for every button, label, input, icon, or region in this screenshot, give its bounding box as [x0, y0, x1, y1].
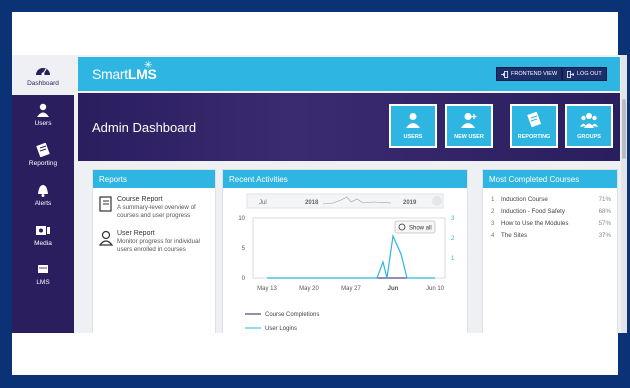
enter-icon [501, 70, 508, 78]
sidebar-item-label: Media [34, 240, 52, 247]
x-tick-label: May 13 [257, 286, 277, 292]
logo-text: Smart [92, 66, 128, 82]
reporting-icon [527, 112, 542, 128]
navigator-label: 2018 [305, 200, 319, 206]
y2-tick-label: 2 [451, 236, 455, 242]
tile-label: NEW USER [454, 134, 484, 140]
course-row[interactable]: 3 How to Use the Modules 57% [483, 217, 617, 229]
page-title: Admin Dashboard [92, 120, 197, 135]
sidebar-item-label: LMS [36, 278, 50, 286]
course-name: How to Use the Modules [501, 220, 569, 227]
tile-label: USERS [403, 134, 423, 140]
course-name: The Sites [501, 232, 528, 239]
app-window: Dashboard Users Reporting Alerts Media L… [12, 55, 627, 333]
sidebar-item-reporting[interactable]: Reporting [12, 135, 74, 175]
sidebar: Dashboard Users Reporting Alerts Media L… [12, 55, 74, 333]
course-percent: 71% [598, 196, 611, 203]
page-scrollbar[interactable] [621, 55, 627, 333]
y2-tick-label: 1 [451, 256, 455, 262]
top-margin [12, 12, 618, 55]
most-completed-title: Most Completed Courses [483, 170, 617, 188]
groups-icon [580, 113, 598, 128]
lms-icon [38, 264, 48, 273]
course-rank: 4 [491, 232, 495, 239]
add-user-icon [461, 113, 477, 128]
report-item-user[interactable]: User Report Monitor progress for individ… [93, 220, 215, 254]
sidebar-item-label: Dashboard [27, 80, 59, 87]
y-tick-label: 10 [238, 216, 245, 222]
scrollbar-thumb[interactable] [622, 99, 626, 159]
sidebar-item-users[interactable]: Users [12, 95, 74, 135]
show-all-label: Show all [409, 226, 432, 232]
report-item-course[interactable]: Course Report A summary-level overview o… [93, 188, 215, 220]
navigator-label: 2019 [403, 200, 417, 206]
y-tick-label: 5 [242, 246, 246, 252]
logout-icon [567, 70, 574, 78]
tile-label: REPORTING [517, 134, 551, 140]
legend-label-logins: User Logins [265, 326, 297, 332]
x-tick-label: May 20 [299, 286, 319, 292]
sidebar-item-lms[interactable]: LMS [12, 255, 74, 295]
reports-panel: Reports Course Report A summary-level ov… [92, 169, 216, 333]
bottom-margin [12, 333, 618, 375]
y2-tick-label: 3 [451, 216, 455, 222]
course-percent: 37% [598, 232, 611, 239]
media-icon [36, 226, 50, 235]
main-content: SmartLMS ✳ FRONTEND VIEW LOG OUT Admin D… [78, 57, 620, 333]
logout-label: LOG OUT [577, 71, 602, 77]
x-tick-label: Jun 10 [426, 286, 445, 292]
course-percent: 68% [598, 208, 611, 215]
legend-label-completions: Course Completions [265, 312, 319, 318]
course-percent: 57% [598, 220, 611, 227]
sidebar-item-label: Users [34, 120, 52, 127]
sidebar-item-media[interactable]: Media [12, 215, 74, 255]
y-tick-label: 0 [242, 276, 246, 282]
x-tick-label: May 27 [341, 286, 361, 292]
logout-button[interactable]: LOG OUT [562, 67, 607, 81]
report-description: Monitor progress for individual users en… [117, 238, 200, 254]
sidebar-item-alerts[interactable]: Alerts [12, 175, 74, 215]
dashboard-banner: Admin Dashboard USERS NEW USER REPORTING… [78, 93, 620, 161]
tile-new-user[interactable]: NEW USER [445, 104, 493, 148]
top-bar: SmartLMS ✳ FRONTEND VIEW LOG OUT [78, 57, 620, 91]
reports-panel-title: Reports [93, 170, 215, 188]
book-icon [99, 196, 112, 212]
course-name: Induction - Food Safety [501, 208, 565, 215]
tile-label: GROUPS [577, 134, 601, 140]
course-name: Induction Course [501, 196, 548, 203]
dashboard-icon [36, 68, 50, 76]
recent-activities-panel: Recent Activities Jul 2018 2019 0 5 10 1 2 3 May … [222, 169, 468, 333]
report-title: User Report [117, 230, 155, 238]
report-description: A summary-level overview of courses and … [117, 204, 196, 220]
recent-activities-title: Recent Activities [223, 170, 467, 188]
reporting-icon [36, 143, 50, 157]
course-rank: 3 [491, 220, 495, 227]
tile-reporting[interactable]: REPORTING [510, 104, 558, 148]
course-row[interactable]: 4 The Sites 37% [483, 229, 617, 241]
logo-star-icon: ✳ [144, 60, 153, 71]
x-tick-label: Jun [388, 286, 399, 292]
most-completed-panel: Most Completed Courses 1 Induction Cours… [482, 169, 618, 333]
sidebar-item-label: Alerts [34, 200, 52, 207]
tile-groups[interactable]: GROUPS [565, 104, 613, 148]
course-rank: 2 [491, 208, 495, 215]
activity-chart: Jul 2018 2019 0 5 10 1 2 3 May 13 May 20 May 27 Jun J… [238, 193, 455, 332]
course-rank: 1 [491, 196, 495, 203]
user-icon [37, 103, 49, 117]
report-title: Course Report [117, 196, 163, 203]
user-outline-icon [98, 231, 114, 246]
sidebar-item-dashboard[interactable]: Dashboard [12, 55, 74, 95]
frontend-view-label: FRONTEND VIEW [511, 71, 558, 77]
navigator-label: Jul [259, 200, 267, 206]
frontend-view-button[interactable]: FRONTEND VIEW [496, 67, 563, 81]
course-row[interactable]: 2 Induction - Food Safety 68% [483, 205, 617, 217]
user-icon [406, 113, 420, 128]
navigator-handle [432, 196, 442, 206]
bell-icon [38, 185, 48, 197]
course-row[interactable]: 1 Induction Course 71% [483, 193, 617, 205]
tile-users[interactable]: USERS [389, 104, 437, 148]
sidebar-item-label: Reporting [28, 160, 58, 167]
